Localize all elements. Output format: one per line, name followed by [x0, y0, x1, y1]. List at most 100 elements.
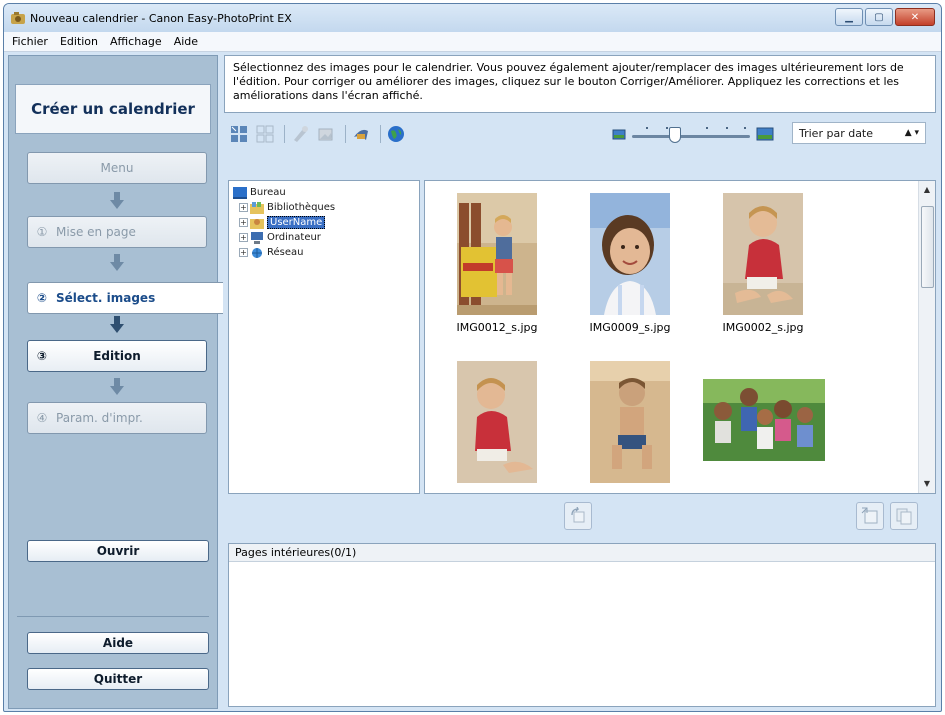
step-number: ② — [36, 291, 48, 305]
tree-item-libraries[interactable]: + Bibliothèques — [233, 200, 415, 215]
step-number: ④ — [36, 411, 48, 425]
step-label: Param. d'impr. — [56, 411, 143, 425]
slider-tick — [744, 127, 746, 129]
sidebar: Créer un calendrier Menu ① Mise en page … — [8, 55, 223, 709]
main-panel: Sélectionnez des images pour le calendri… — [224, 55, 936, 709]
slider-tick — [726, 127, 728, 129]
toolbar-divider — [345, 125, 346, 143]
sort-direction-icon[interactable]: ▲ ▾ — [905, 128, 925, 138]
inner-pages-panel: Pages intérieures(0/1) — [228, 543, 936, 707]
thumbnail-image — [590, 361, 670, 483]
image-edit-icon[interactable] — [315, 123, 337, 145]
correct-enhance-icon[interactable] — [289, 123, 311, 145]
tree-item-desktop[interactable]: Bureau — [233, 185, 415, 200]
step-mise-en-page[interactable]: ① Mise en page — [27, 216, 207, 248]
library-icon — [250, 201, 264, 214]
rotate-icon — [571, 507, 585, 523]
replace-image-button[interactable] — [890, 502, 918, 530]
menu-bar: Fichier Edition Affichage Aide — [4, 32, 941, 52]
toolbar-divider — [380, 125, 381, 143]
arrow-down-icon — [110, 254, 124, 271]
tree-label: Ordinateur — [267, 232, 321, 243]
step-param-impr[interactable]: ④ Param. d'impr. — [27, 402, 207, 434]
slider-track — [632, 135, 750, 138]
tree-item-network[interactable]: + Réseau — [233, 245, 415, 260]
zoom-control — [612, 123, 774, 145]
slider-tick — [666, 127, 668, 129]
tree-item-username[interactable]: + UserName — [233, 215, 415, 230]
step-edition[interactable]: ③ Edition — [27, 340, 207, 372]
arrow-down-icon — [110, 316, 124, 333]
menu-affichage[interactable]: Affichage — [104, 35, 168, 48]
scan-icon[interactable] — [350, 123, 372, 145]
app-icon — [11, 12, 25, 24]
thumbnail-image — [457, 193, 537, 315]
thumbnails-scrollbar[interactable]: ▲ ▼ — [918, 181, 935, 493]
add-image-button[interactable] — [856, 502, 884, 530]
menu-edition[interactable]: Edition — [54, 35, 104, 48]
arrow-down-icon — [110, 378, 124, 395]
scroll-up-icon[interactable]: ▲ — [922, 185, 932, 195]
thumbnail-caption: IMG0009_s.jpg — [589, 321, 671, 334]
tree-label: Bureau — [250, 187, 286, 198]
title-bar: Nouveau calendrier - Canon Easy-PhotoPri… — [4, 4, 941, 32]
step-number: ① — [36, 225, 48, 239]
menu-aide[interactable]: Aide — [168, 35, 204, 48]
zoom-slider[interactable] — [632, 123, 750, 145]
inner-pages-header: Pages intérieures(0/1) — [229, 544, 935, 562]
step-label: Edition — [93, 349, 141, 363]
toolbar: Trier par date ▲ ▾ — [224, 119, 936, 149]
slider-tick — [646, 127, 648, 129]
rotate-button[interactable] — [564, 502, 592, 530]
user-folder-icon — [250, 218, 264, 229]
menu-fichier[interactable]: Fichier — [6, 35, 54, 48]
thumbnail-caption: IMG0002_s.jpg — [722, 321, 804, 334]
network-icon — [252, 247, 262, 258]
zoom-in-icon[interactable] — [756, 127, 774, 141]
expand-icon[interactable]: + — [239, 233, 248, 242]
arrow-down-icon — [110, 192, 124, 209]
deselect-all-icon[interactable] — [254, 123, 276, 145]
zoom-out-icon[interactable] — [612, 128, 626, 140]
thumbnail-image — [590, 193, 670, 315]
thumbnail-image — [703, 379, 825, 461]
expand-icon[interactable]: + — [239, 248, 248, 257]
close-button[interactable]: ✕ — [895, 8, 935, 26]
step-number: ③ — [36, 349, 48, 363]
image-thumbnails: IMG0012_s.jpg IMG0009_s.jpg IMG0002_s.jp… — [424, 180, 936, 494]
scroll-down-icon[interactable]: ▼ — [922, 479, 932, 489]
thumbnail-image — [723, 193, 803, 315]
toolbar-divider — [284, 125, 285, 143]
window-title: Nouveau calendrier - Canon Easy-PhotoPri… — [30, 11, 292, 25]
tree-item-computer[interactable]: + Ordinateur — [233, 230, 415, 245]
globe-icon[interactable] — [385, 123, 407, 145]
help-button[interactable]: Aide — [27, 632, 209, 654]
computer-icon — [251, 231, 263, 244]
sidebar-title: Créer un calendrier — [15, 84, 211, 134]
tree-label: Réseau — [267, 247, 304, 258]
select-all-icon[interactable] — [228, 123, 250, 145]
expand-icon[interactable]: + — [239, 203, 248, 212]
quit-button[interactable]: Quitter — [27, 668, 209, 690]
open-button[interactable]: Ouvrir — [27, 540, 209, 562]
step-label: Mise en page — [56, 225, 136, 239]
sort-dropdown[interactable]: Trier par date ▲ ▾ — [792, 122, 926, 144]
maximize-button[interactable]: ▢ — [865, 8, 893, 26]
slider-tick — [706, 127, 708, 129]
folder-tree[interactable]: Bureau + Bibliothèques + UserName + Ordi… — [228, 180, 420, 494]
window-controls: ▁ ▢ ✕ — [835, 8, 935, 26]
sort-label: Trier par date — [799, 126, 874, 140]
replace-image-icon — [896, 508, 912, 525]
step-select-images[interactable]: ② Sélect. images — [27, 282, 223, 314]
slider-thumb[interactable] — [669, 127, 681, 143]
sidebar-divider — [17, 616, 209, 617]
add-image-icon — [861, 507, 878, 524]
minimize-button[interactable]: ▁ — [835, 8, 863, 26]
instructions-text: Sélectionnez des images pour le calendri… — [224, 55, 936, 113]
scroll-thumb[interactable] — [921, 206, 934, 288]
image-action-row — [224, 500, 936, 532]
expand-icon[interactable]: + — [239, 218, 248, 227]
thumbnail-image — [457, 361, 537, 483]
app-window: Nouveau calendrier - Canon Easy-PhotoPri… — [3, 3, 942, 712]
menu-button[interactable]: Menu — [27, 152, 207, 184]
